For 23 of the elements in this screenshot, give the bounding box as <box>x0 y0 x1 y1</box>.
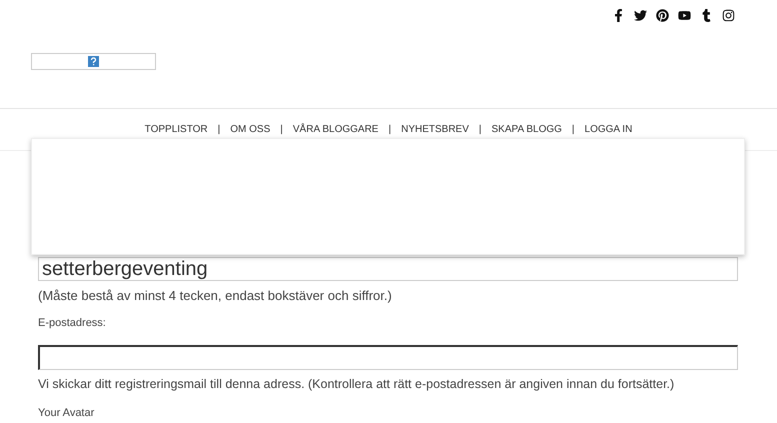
nav-link[interactable]: TOPPLISTOR <box>144 122 208 137</box>
nav-separator: | <box>218 123 220 137</box>
email-label: E-postadress: <box>38 316 107 330</box>
nav-separator: | <box>572 123 575 137</box>
nav-link[interactable]: SKAPA BLOGG <box>492 122 562 137</box>
username-field[interactable]: setterbergeventing <box>38 257 738 281</box>
email-field[interactable] <box>38 345 738 370</box>
missing-image-icon <box>88 56 99 67</box>
nav-separator: | <box>280 123 283 137</box>
t-letter-icon[interactable] <box>700 9 713 22</box>
camera-icon[interactable] <box>722 9 735 22</box>
avatar-label: Your Avatar <box>38 406 96 421</box>
nav-link[interactable]: OM OSS <box>230 122 270 137</box>
email-hint: Vi skickar ditt registreringsmail till denna adress. (Kontrollera att rätt e-postadressen är angiven innan du fortsätter.) <box>38 376 676 393</box>
bird-icon[interactable] <box>634 9 647 22</box>
nav-link[interactable]: NYHETSBREV <box>401 122 469 137</box>
nav-link[interactable]: VÅRA BLOGGARE <box>292 122 378 137</box>
nav-separator: | <box>478 123 482 137</box>
username-hint: (Måste bestå av minst 4 tecken, endast bokstäver och siffror.) <box>38 287 393 305</box>
f-letter-icon[interactable] <box>612 9 625 22</box>
tube-icon[interactable] <box>678 9 691 22</box>
nav-separator: | <box>388 123 392 137</box>
nav-link[interactable]: LOGGA IN <box>584 122 632 137</box>
